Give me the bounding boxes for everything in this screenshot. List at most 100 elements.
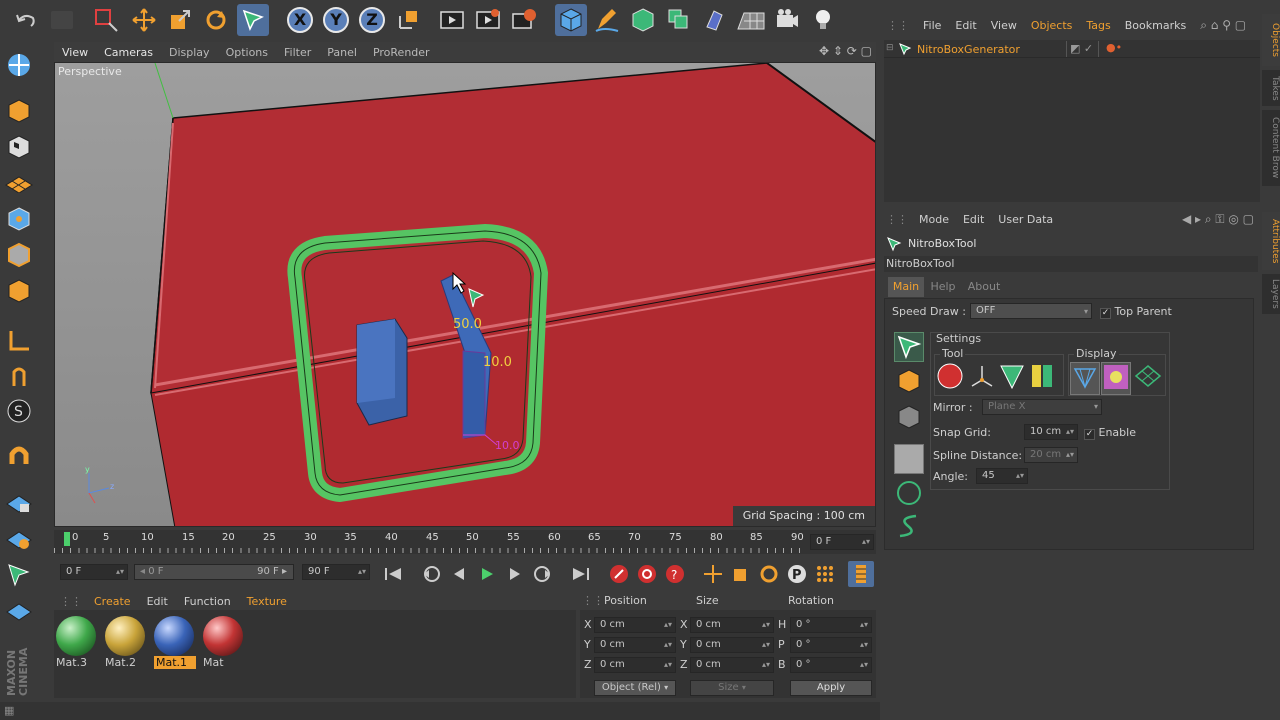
keyframe-selection-icon[interactable]: ?	[662, 561, 688, 587]
side-tab-layers[interactable]: Layers	[1262, 274, 1280, 314]
spline-distance-field[interactable]: 20 cm ▴▾	[1024, 447, 1078, 463]
mirror-dropdown[interactable]: Plane X ▾	[982, 399, 1102, 415]
spline-shape-icon[interactable]	[896, 512, 922, 543]
om-toolbar-icons[interactable]: ⌕ ⌂ ⚲ ▢	[1193, 18, 1253, 33]
material-swatch[interactable]: Mat.3	[56, 616, 98, 672]
undo-icon[interactable]	[10, 4, 42, 36]
record-icon[interactable]	[606, 561, 632, 587]
pos-z-field[interactable]: 0 cm ▴▾	[594, 657, 676, 673]
coord-mode-dropdown[interactable]: Object (Rel) ▾	[594, 680, 676, 696]
array-icon[interactable]	[663, 4, 695, 36]
tool-axis-icon[interactable]	[968, 362, 996, 393]
nitro-blue-icon[interactable]	[4, 596, 34, 626]
next-key-icon[interactable]	[530, 561, 556, 587]
attr-toolbar-icons[interactable]: ◀ ▸ ⌕ ⚿ ◎ ▢	[1182, 212, 1254, 227]
scale-icon[interactable]	[164, 4, 196, 36]
playhead[interactable]	[64, 532, 70, 546]
move-icon[interactable]	[128, 4, 160, 36]
nitrobox-mode-icon[interactable]	[894, 332, 924, 362]
play-icon[interactable]	[474, 561, 500, 587]
menu-prorender[interactable]: ProRender	[365, 46, 438, 59]
angle-field[interactable]: 45 ▴▾	[976, 468, 1028, 484]
display-wire-icon[interactable]	[1070, 362, 1100, 395]
menu-edit[interactable]: Edit	[948, 19, 983, 32]
object-name[interactable]: NitroBoxGenerator	[917, 43, 1020, 56]
cube-icon[interactable]	[555, 4, 587, 36]
timeline-ruler[interactable]: 0 5 10 15 20 25 30 35 40 45 50 55 60 70 …	[54, 530, 876, 554]
square-shape-icon[interactable]	[894, 444, 924, 474]
menu-texture[interactable]: Texture	[239, 595, 295, 608]
rot-b-field[interactable]: 0 ° ▴▾	[790, 657, 872, 673]
tab-main[interactable]: Main	[888, 277, 924, 297]
planar-workplane-icon[interactable]	[4, 524, 34, 554]
rotate-icon[interactable]	[200, 4, 232, 36]
menu-view[interactable]: View	[54, 46, 96, 59]
visibility-icon[interactable]: ◩ ✓	[1070, 42, 1093, 55]
rot-p-field[interactable]: 0 ° ▴▾	[790, 637, 872, 653]
menu-function[interactable]: Function	[176, 595, 239, 608]
z-axis-icon[interactable]: Z	[356, 4, 388, 36]
current-frame-field[interactable]: 0 F ▴▾	[810, 534, 874, 550]
side-tab-objects[interactable]: Objects	[1262, 14, 1280, 66]
coordinate-system-icon[interactable]	[392, 4, 424, 36]
tool-shield-icon[interactable]	[998, 362, 1026, 393]
material-swatch[interactable]: Mat.2	[105, 616, 147, 672]
prev-frame-icon[interactable]	[446, 561, 472, 587]
tool-paint-icon[interactable]	[936, 362, 964, 393]
key-position-icon[interactable]	[700, 561, 726, 587]
side-tab-takes[interactable]: Takes	[1262, 70, 1280, 106]
model-mode-icon[interactable]	[4, 96, 34, 126]
circle-shape-icon[interactable]	[896, 480, 922, 509]
viewport-perspective[interactable]: Perspective 50.0 10.0 10.0 y z Grid Spac…	[54, 62, 876, 527]
go-to-start-icon[interactable]	[380, 561, 406, 587]
nitrobox-tool-icon[interactable]	[237, 4, 269, 36]
x-axis-icon[interactable]: X	[284, 4, 316, 36]
subdivision-icon[interactable]	[627, 4, 659, 36]
key-pla-icon[interactable]	[812, 561, 838, 587]
nitrobox-left-icon[interactable]	[4, 560, 34, 590]
start-frame-field[interactable]: 0 F ▴▾	[60, 564, 128, 580]
menu-tags[interactable]: Tags	[1079, 19, 1117, 32]
key-scale-icon[interactable]	[728, 561, 754, 587]
make-editable-icon[interactable]	[4, 50, 34, 80]
tab-about[interactable]: About	[964, 277, 1004, 297]
pos-y-field[interactable]: 0 cm ▴▾	[594, 637, 676, 653]
menu-create[interactable]: Create	[86, 595, 139, 608]
menu-display[interactable]: Display	[161, 46, 218, 59]
viewport-nav-icons[interactable]: ✥ ⇕ ⟳ ▢	[819, 44, 872, 58]
apply-button[interactable]: Apply	[790, 680, 872, 696]
menu-objects[interactable]: Objects	[1024, 19, 1080, 32]
size-x-field[interactable]: 0 cm ▴▾	[690, 617, 774, 633]
snap-grid-field[interactable]: 10 cm ▴▾	[1024, 424, 1078, 440]
autokey-icon[interactable]	[634, 561, 660, 587]
lock-workplane-icon[interactable]	[4, 488, 34, 518]
light-icon[interactable]	[807, 4, 839, 36]
pen-icon[interactable]	[591, 4, 623, 36]
render-settings-icon[interactable]	[508, 4, 540, 36]
menu-panel[interactable]: Panel	[319, 46, 365, 59]
object-row[interactable]: ⊟ NitroBoxGenerator ◩ ✓ ●•	[884, 40, 1260, 58]
side-tab-content-browser[interactable]: Content Brow	[1262, 110, 1280, 186]
menu-view[interactable]: View	[984, 19, 1024, 32]
menu-filter[interactable]: Filter	[276, 46, 319, 59]
top-parent-checkbox[interactable]: ✓ Top Parent	[1100, 305, 1172, 319]
side-tab-attributes[interactable]: Attributes	[1262, 212, 1280, 270]
tab-help[interactable]: Help	[928, 277, 958, 297]
go-to-end-icon[interactable]	[568, 561, 594, 587]
rot-h-field[interactable]: 0 ° ▴▾	[790, 617, 872, 633]
display-dots-icon[interactable]	[1101, 362, 1131, 395]
size-y-field[interactable]: 0 cm ▴▾	[690, 637, 774, 653]
tool-book-icon[interactable]	[1028, 362, 1056, 393]
deformer-icon[interactable]	[699, 4, 731, 36]
magnet-icon[interactable]	[4, 442, 34, 472]
points-mode-icon[interactable]	[4, 204, 34, 234]
axis-mode-icon[interactable]	[4, 326, 34, 356]
size-mode-dropdown[interactable]: Size ▾	[690, 680, 774, 696]
key-parameter-icon[interactable]: P	[784, 561, 810, 587]
render-view-icon[interactable]	[436, 4, 468, 36]
tweak-mode-icon[interactable]	[4, 362, 34, 392]
timeline-layout-icon[interactable]	[848, 561, 874, 587]
menu-edit[interactable]: Edit	[956, 213, 991, 226]
floor-icon[interactable]	[735, 4, 767, 36]
camera-icon[interactable]	[771, 4, 803, 36]
